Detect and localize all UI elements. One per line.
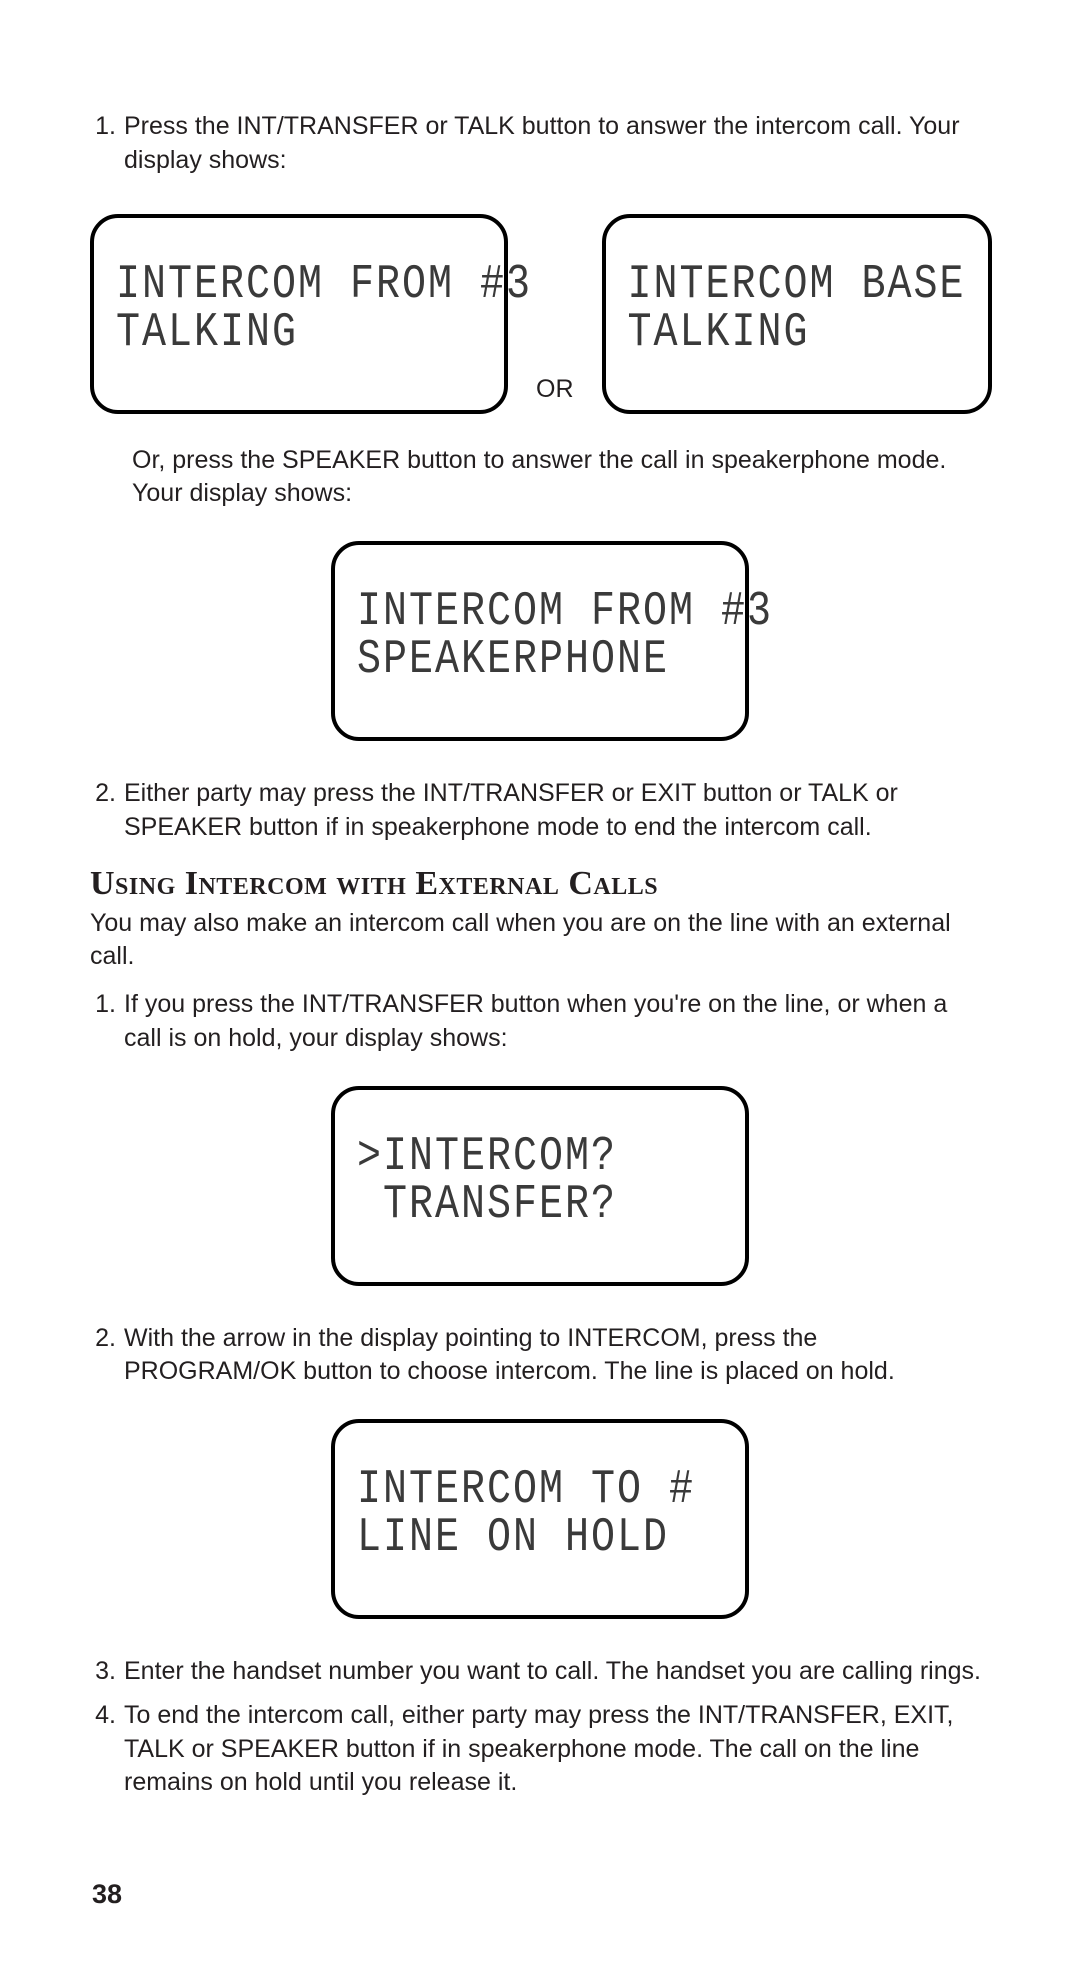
section-intro: You may also make an intercom call when … — [90, 907, 990, 975]
lcd-display-line-on-hold: INTERCOM TO # LINE ON HOLD — [331, 1419, 749, 1619]
ext-step-1: 1. If you press the INT/TRANSFER button … — [90, 988, 990, 1056]
step-text: Either party may press the INT/TRANSFER … — [124, 777, 990, 845]
lcd-line: LINE ON HOLD — [357, 1510, 723, 1568]
lcd-line: TRANSFER? — [357, 1177, 723, 1235]
step-text: Press the INT/TRANSFER or TALK button to… — [124, 110, 990, 178]
step-number: 2. — [90, 1322, 124, 1390]
step-text: To end the intercom call, either party m… — [124, 1699, 990, 1800]
ext-step-2: 2. With the arrow in the display pointin… — [90, 1322, 990, 1390]
lcd-line: TALKING — [116, 305, 482, 363]
ext-step-3: 3. Enter the handset number you want to … — [90, 1655, 990, 1689]
page-number: 38 — [92, 1879, 122, 1910]
step-number: 4. — [90, 1699, 124, 1800]
step-number: 1. — [90, 110, 124, 178]
step-number: 1. — [90, 988, 124, 1056]
step-text: If you press the INT/TRANSFER button whe… — [124, 988, 990, 1056]
lcd-display-left: INTERCOM FROM #3 TALKING — [90, 214, 508, 414]
step-text: Enter the handset number you want to cal… — [124, 1655, 990, 1689]
step-1: 1. Press the INT/TRANSFER or TALK button… — [90, 110, 990, 178]
step-2: 2. Either party may press the INT/TRANSF… — [90, 777, 990, 845]
step-1b-text: Or, press the SPEAKER button to answer t… — [132, 444, 990, 512]
step-number: 2. — [90, 777, 124, 845]
lcd-line: SPEAKERPHONE — [357, 632, 723, 690]
section-heading: Using Intercom with External Calls — [90, 865, 990, 903]
or-label: OR — [536, 375, 574, 414]
step-text: With the arrow in the display pointing t… — [124, 1322, 990, 1390]
lcd-display-intercom-transfer: >INTERCOM? TRANSFER? — [331, 1086, 749, 1286]
ext-step-4: 4. To end the intercom call, either part… — [90, 1699, 990, 1800]
step-number: 3. — [90, 1655, 124, 1689]
lcd-display-speakerphone: INTERCOM FROM #3 SPEAKERPHONE — [331, 541, 749, 741]
lcd-display-right: INTERCOM BASE TALKING — [602, 214, 992, 414]
lcd-line: TALKING — [628, 305, 966, 363]
display-row-1: INTERCOM FROM #3 TALKING OR INTERCOM BAS… — [90, 214, 990, 414]
